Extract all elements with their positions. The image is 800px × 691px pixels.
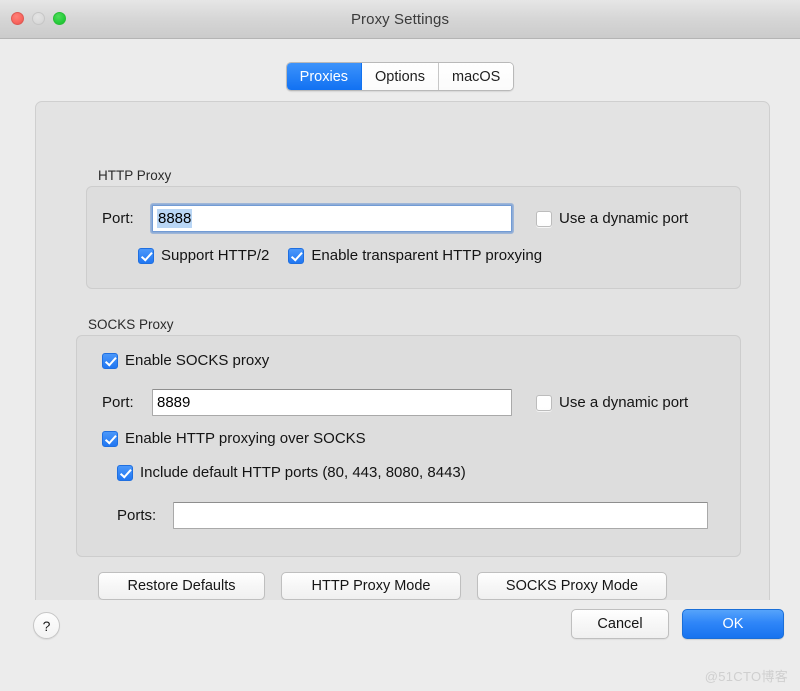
help-button[interactable]: ? <box>33 612 60 639</box>
socks-port-label: Port: <box>102 394 134 411</box>
dialog-content: Proxies Options macOS HTTP Proxy Port: 8… <box>0 39 800 691</box>
http-over-socks-checkbox[interactable]: Enable HTTP proxying over SOCKS <box>102 430 366 447</box>
include-default-ports-label: Include default HTTP ports (80, 443, 808… <box>140 464 466 481</box>
settings-panel: HTTP Proxy Port: 8888 Use a dynamic port <box>35 101 770 639</box>
mode-button-group: Restore Defaults HTTP Proxy Mode SOCKS P… <box>98 572 667 600</box>
tab-options[interactable]: Options <box>362 63 439 90</box>
checkbox-checked-icon <box>288 247 305 264</box>
socks-dynamic-port-checkbox[interactable]: Use a dynamic port <box>536 394 688 411</box>
tab-group: Proxies Options macOS <box>285 62 515 91</box>
checkbox-unchecked-icon <box>536 210 552 227</box>
http-port-label: Port: <box>102 210 134 227</box>
enable-socks-label: Enable SOCKS proxy <box>125 352 270 369</box>
http-dynamic-port-label: Use a dynamic port <box>559 210 689 227</box>
socks-ports-input[interactable] <box>173 502 708 529</box>
socks-ports-label: Ports: <box>117 507 157 524</box>
checkbox-checked-icon <box>117 464 133 481</box>
checkbox-checked-icon <box>138 247 154 264</box>
http-over-socks-label: Enable HTTP proxying over SOCKS <box>125 430 366 447</box>
support-http2-label: Support HTTP/2 <box>161 247 270 264</box>
http-port-value: 8888 <box>157 209 193 228</box>
tab-macos[interactable]: macOS <box>439 63 514 90</box>
checkbox-checked-icon <box>102 430 118 447</box>
watermark-text: @51CTO博客 <box>704 669 788 684</box>
action-button-group: Cancel OK <box>571 609 784 639</box>
http-proxy-group: HTTP Proxy Port: 8888 Use a dynamic port <box>86 168 741 289</box>
http-dynamic-port-checkbox[interactable]: Use a dynamic port <box>536 210 688 227</box>
http-proxy-group-label: HTTP Proxy <box>98 168 172 183</box>
title-bar: Proxy Settings <box>0 0 800 39</box>
socks-proxy-group-box: Enable SOCKS proxy Port: 8889 Use a dyna… <box>76 335 741 557</box>
socks-proxy-mode-button[interactable]: SOCKS Proxy Mode <box>477 572 667 600</box>
close-button-icon[interactable] <box>11 12 24 25</box>
socks-port-input[interactable]: 8889 <box>152 389 512 416</box>
socks-proxy-group-label: SOCKS Proxy <box>88 317 174 332</box>
include-default-ports-checkbox[interactable]: Include default HTTP ports (80, 443, 808… <box>117 464 466 481</box>
transparent-proxying-checkbox[interactable]: Enable transparent HTTP proxying <box>288 247 542 264</box>
socks-ports-row: Ports: <box>117 502 708 529</box>
ok-button[interactable]: OK <box>682 609 784 639</box>
cancel-button[interactable]: Cancel <box>571 609 669 639</box>
tab-proxies[interactable]: Proxies <box>286 63 363 90</box>
include-default-ports-row: Include default HTTP ports (80, 443, 808… <box>117 464 466 481</box>
http-port-row: Port: 8888 Use a dynamic port <box>102 203 688 234</box>
transparent-proxying-label: Enable transparent HTTP proxying <box>311 247 543 264</box>
minimize-button-icon[interactable] <box>32 12 45 25</box>
socks-proxy-group: SOCKS Proxy Enable SOCKS proxy Port: 888… <box>76 317 741 557</box>
http-over-socks-row: Enable HTTP proxying over SOCKS <box>102 430 366 447</box>
checkbox-unchecked-icon <box>536 394 552 411</box>
dialog-footer: ? Cancel OK @51CTO博客 <box>0 600 800 691</box>
traffic-light-group <box>11 12 66 25</box>
http-port-input[interactable]: 8888 <box>150 203 514 234</box>
http-options-row: Support HTTP/2 Enable transparent HTTP p… <box>138 247 542 264</box>
socks-dynamic-port-label: Use a dynamic port <box>559 394 689 411</box>
support-http2-checkbox[interactable]: Support HTTP/2 <box>138 247 269 264</box>
maximize-button-icon[interactable] <box>53 12 66 25</box>
checkbox-checked-icon <box>102 352 118 369</box>
socks-port-row: Port: 8889 Use a dynamic port <box>102 389 688 416</box>
socks-port-value: 8889 <box>157 394 191 411</box>
enable-socks-row: Enable SOCKS proxy <box>102 352 269 369</box>
restore-defaults-button[interactable]: Restore Defaults <box>98 572 265 600</box>
window-title: Proxy Settings <box>350 10 450 28</box>
proxy-settings-window: Proxy Settings Proxies Options macOS HTT… <box>0 0 800 691</box>
http-proxy-mode-button[interactable]: HTTP Proxy Mode <box>281 572 461 600</box>
enable-socks-checkbox[interactable]: Enable SOCKS proxy <box>102 352 269 369</box>
tab-bar: Proxies Options macOS <box>0 62 800 91</box>
http-proxy-group-box: Port: 8888 Use a dynamic port Support HT <box>86 186 741 289</box>
